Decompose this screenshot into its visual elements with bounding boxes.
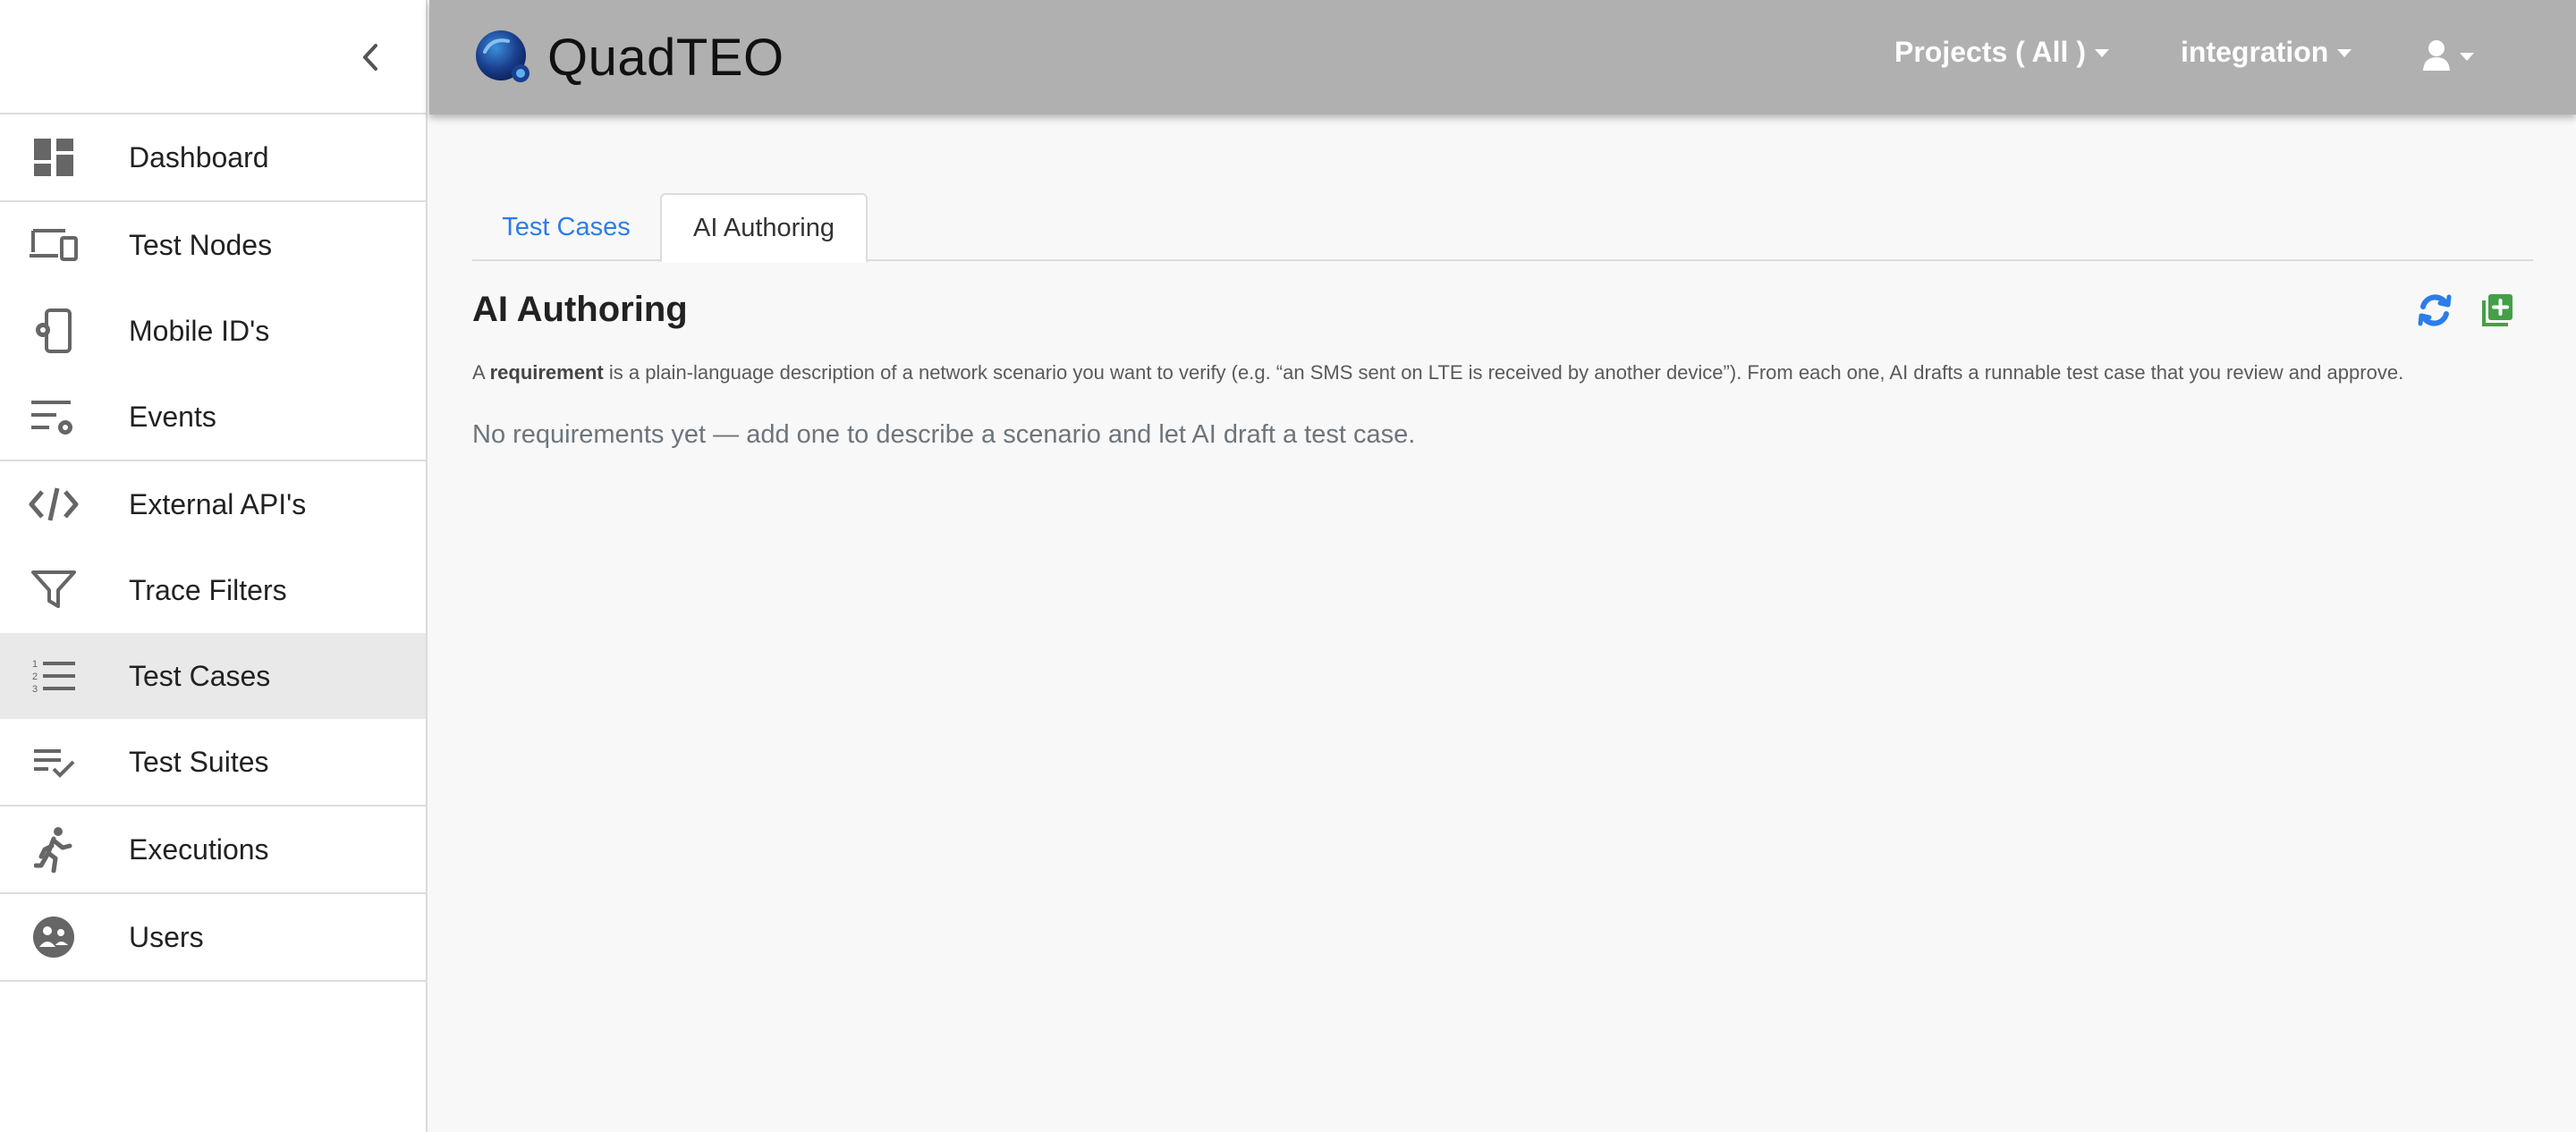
description-text: is a plain-language description of a net…	[603, 361, 2404, 384]
sidebar-item-label: Mobile ID's	[129, 314, 270, 347]
brand[interactable]: QuadTEO	[472, 28, 784, 87]
running-person-icon	[27, 826, 80, 873]
requirement-description: A requirement is a plain-language descri…	[472, 361, 2403, 384]
dashboard-icon	[27, 134, 80, 181]
environment-dropdown[interactable]: integration	[2181, 36, 2352, 69]
sidebar-item-label: Executions	[129, 832, 269, 866]
projects-dropdown-label: Projects ( All )	[1894, 36, 2086, 68]
environment-dropdown-label: integration	[2181, 36, 2329, 68]
tab-ai-authoring[interactable]: AI Authoring	[660, 193, 868, 263]
phone-settings-icon	[27, 308, 80, 354]
sidebar-item-executions[interactable]: Executions	[0, 807, 426, 892]
add-box-icon	[2482, 294, 2512, 326]
sidebar-item-external-apis[interactable]: External API's	[0, 461, 426, 547]
sidebar-item-label: Test Suites	[129, 745, 269, 778]
caret-down-icon	[2460, 52, 2474, 61]
sidebar-item-users[interactable]: Users	[0, 894, 426, 980]
refresh-icon	[2418, 294, 2452, 326]
code-icon	[27, 481, 80, 528]
description-prefix: A	[472, 361, 490, 384]
user-menu-dropdown[interactable]	[2422, 39, 2474, 72]
sidebar: Dashboard Test Nodes Mobile ID's Events	[0, 0, 428, 1132]
svg-text:3: 3	[32, 684, 38, 695]
sidebar-item-label: External API's	[129, 487, 307, 520]
sidebar-item-label: Dashboard	[129, 140, 269, 173]
sidebar-item-label: Test Nodes	[129, 228, 273, 261]
devices-icon	[27, 222, 80, 268]
add-requirement-button[interactable]	[2481, 293, 2513, 327]
caret-down-icon	[2337, 49, 2352, 57]
quadteo-logo-icon	[476, 30, 530, 82]
nav-group-admin: Users	[0, 894, 426, 982]
tab-bar: Test Cases AI Authoring	[472, 193, 2533, 263]
description-keyword: requirement	[489, 361, 604, 384]
nav-group-config: Test Nodes Mobile ID's Events	[0, 202, 426, 461]
filter-icon	[27, 567, 80, 613]
page-title: AI Authoring	[472, 290, 688, 329]
sidebar-item-mobile-ids[interactable]: Mobile ID's	[0, 288, 426, 374]
empty-state-message: No requirements yet — add one to describ…	[472, 420, 1416, 449]
chevron-left-icon	[363, 44, 377, 71]
sidebar-item-events[interactable]: Events	[0, 374, 426, 460]
sidebar-item-test-cases[interactable]: 1 2 3 Test Cases	[0, 633, 426, 719]
sidebar-header	[0, 0, 426, 114]
nav-group-runs: Executions	[0, 807, 426, 894]
nav-group-main: Dashboard	[0, 114, 426, 202]
sidebar-item-test-nodes[interactable]: Test Nodes	[0, 202, 426, 288]
list-settings-icon	[27, 393, 80, 440]
sidebar-item-dashboard[interactable]: Dashboard	[0, 114, 426, 200]
sidebar-item-label: Test Cases	[129, 659, 271, 692]
tab-test-cases[interactable]: Test Cases	[472, 193, 660, 261]
app-name: QuadTEO	[547, 28, 784, 87]
sidebar-item-trace-filters[interactable]: Trace Filters	[0, 547, 426, 633]
sidebar-item-label: Events	[129, 400, 216, 433]
nav-group-testing: External API's Trace Filters 1 2 3 Test Ca…	[0, 461, 426, 807]
users-icon	[27, 914, 80, 960]
refresh-button[interactable]	[2417, 291, 2453, 329]
sidebar-item-label: Users	[129, 920, 204, 953]
projects-dropdown[interactable]: Projects ( All )	[1894, 36, 2109, 69]
playlist-check-icon	[27, 739, 80, 785]
caret-down-icon	[2094, 49, 2109, 57]
svg-text:1: 1	[32, 659, 38, 670]
svg-text:2: 2	[32, 672, 38, 682]
collapse-sidebar-button[interactable]	[352, 36, 388, 79]
sidebar-item-test-suites[interactable]: Test Suites	[0, 719, 426, 805]
sidebar-item-label: Trace Filters	[129, 573, 287, 606]
user-icon	[2423, 40, 2450, 71]
numbered-list-icon: 1 2 3	[27, 653, 80, 699]
top-navbar: QuadTEO Projects ( All ) integration	[429, 0, 2576, 114]
